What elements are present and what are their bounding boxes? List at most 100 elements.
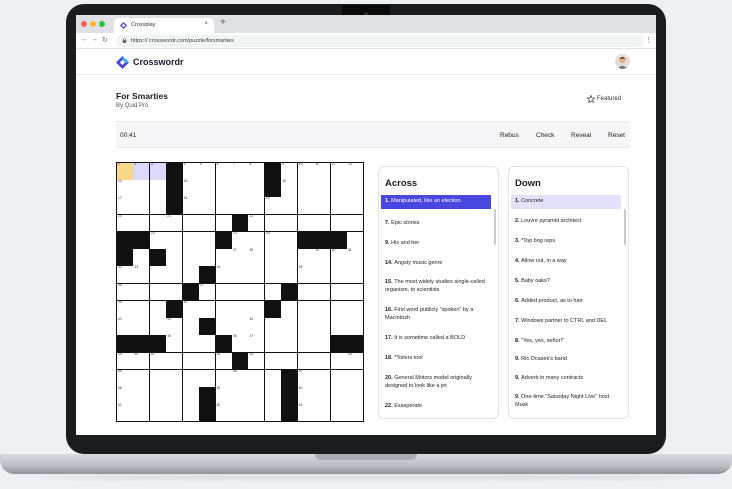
grid-cell[interactable]	[347, 387, 363, 404]
grid-cell[interactable]	[264, 249, 281, 266]
grid-cell[interactable]	[149, 283, 166, 301]
grid-cell[interactable]	[215, 369, 232, 387]
grid-cell[interactable]: 28	[248, 248, 265, 266]
grid-cell[interactable]	[314, 300, 331, 318]
grid-cell[interactable]: 30	[330, 248, 347, 266]
grid-cell[interactable]	[133, 249, 150, 266]
grid-cell[interactable]	[182, 214, 199, 232]
grid-cell[interactable]	[314, 352, 331, 370]
grid-cell[interactable]	[347, 369, 363, 387]
grid-cell[interactable]	[232, 387, 248, 404]
grid-cell[interactable]	[297, 197, 314, 215]
grid-cell[interactable]	[248, 404, 265, 421]
grid-cell[interactable]	[330, 300, 347, 318]
grid-cell[interactable]	[314, 404, 331, 421]
grid-cell[interactable]	[314, 214, 331, 232]
grid-cell[interactable]	[264, 335, 281, 353]
clue-item[interactable]: 14. Angsty music genre	[381, 257, 491, 271]
grid-cell[interactable]	[182, 387, 199, 404]
avatar[interactable]	[615, 54, 630, 69]
grid-cell[interactable]	[314, 335, 331, 353]
grid-cell[interactable]	[330, 214, 347, 232]
grid-cell[interactable]	[330, 283, 347, 301]
clue-item[interactable]: 16. First word publicly "spoken" by a Ma…	[381, 304, 491, 326]
grid-cell[interactable]	[248, 300, 265, 318]
grid-cell[interactable]	[215, 214, 232, 232]
grid-cell[interactable]	[281, 214, 298, 232]
grid-cell[interactable]	[133, 369, 150, 387]
grid-cell[interactable]	[347, 266, 363, 284]
grid-cell[interactable]: 32	[117, 266, 133, 284]
grid-cell[interactable]	[330, 352, 347, 370]
grid-cell[interactable]: 45	[166, 335, 183, 353]
clue-item[interactable]: 4. Allow out, in a way	[511, 255, 621, 269]
grid-cell[interactable]: 5	[199, 162, 216, 180]
grid-cell[interactable]	[347, 300, 363, 318]
grid-cell[interactable]: 34	[215, 266, 232, 284]
back-icon[interactable]: ←	[81, 36, 88, 43]
grid-cell[interactable]	[149, 318, 166, 335]
grid-cell[interactable]	[133, 283, 150, 301]
grid-cell[interactable]: 21	[166, 214, 183, 232]
grid-cell[interactable]	[264, 283, 281, 301]
grid-cell[interactable]	[248, 197, 265, 215]
grid-cell[interactable]	[215, 180, 232, 197]
grid-cell[interactable]	[166, 266, 183, 284]
grid-cell[interactable]	[182, 369, 199, 387]
grid-cell[interactable]: 25	[264, 231, 281, 249]
grid-cell[interactable]: 44	[248, 317, 265, 335]
close-tab-icon[interactable]: ×	[204, 21, 208, 27]
grid-cell[interactable]	[199, 214, 216, 232]
grid-cell[interactable]: 43	[166, 317, 183, 335]
grid-cell[interactable]	[248, 387, 265, 404]
grid-cell[interactable]: 35	[297, 266, 314, 284]
grid-cell[interactable]: 7	[232, 162, 248, 180]
clue-item[interactable]: 2. Louvre pyramid architect	[511, 215, 621, 229]
grid-cell[interactable]	[264, 266, 281, 284]
grid-cell[interactable]	[330, 266, 347, 284]
grid-cell[interactable]	[182, 231, 199, 249]
grid-cell[interactable]	[281, 300, 298, 318]
down-scrollbar[interactable]	[624, 209, 626, 245]
grid-cell[interactable]	[232, 180, 248, 197]
check-button[interactable]: Check	[536, 132, 554, 139]
grid-cell[interactable]: 63	[297, 403, 314, 421]
grid-cell[interactable]	[149, 387, 166, 404]
grid-cell[interactable]	[314, 197, 331, 215]
grid-cell[interactable]	[347, 214, 363, 232]
grid-cell[interactable]	[264, 214, 281, 232]
grid-cell[interactable]	[133, 404, 150, 421]
grid-cell[interactable]: 3	[149, 162, 166, 180]
clue-item[interactable]: 20. General Motors model originally desi…	[381, 372, 491, 394]
clue-item[interactable]: 9. One-time "Saturday Night Live" host M…	[511, 391, 621, 413]
grid-cell[interactable]: 11	[314, 162, 331, 180]
grid-cell[interactable]	[347, 318, 363, 335]
grid-cell[interactable]	[297, 283, 314, 301]
grid-cell[interactable]	[347, 404, 363, 421]
brand-name[interactable]: Crosswordr	[133, 57, 184, 67]
grid-cell[interactable]	[330, 369, 347, 387]
grid-cell[interactable]: 58	[117, 386, 133, 404]
grid-cell[interactable]	[166, 404, 183, 421]
grid-cell[interactable]	[133, 214, 150, 232]
reload-icon[interactable]: ↻	[102, 36, 108, 44]
new-tab-icon[interactable]: +	[220, 17, 226, 28]
clue-item[interactable]: 8. "Yes, yes, señor!"	[511, 335, 621, 349]
rebus-button[interactable]: Rebus	[500, 132, 519, 139]
grid-cell[interactable]	[347, 231, 363, 249]
grid-cell[interactable]	[347, 197, 363, 215]
grid-cell[interactable]: 37	[199, 283, 216, 301]
grid-cell[interactable]: 16	[281, 179, 298, 197]
grid-cell[interactable]	[149, 404, 166, 421]
grid-cell[interactable]	[133, 300, 150, 318]
grid-cell[interactable]	[330, 180, 347, 197]
grid-cell[interactable]	[215, 197, 232, 215]
grid-cell[interactable]	[314, 369, 331, 387]
grid-cell[interactable]	[182, 352, 199, 370]
grid-cell[interactable]: 49	[117, 352, 133, 370]
grid-cell[interactable]: 2	[133, 162, 150, 180]
grid-cell[interactable]	[248, 283, 265, 301]
grid-cell[interactable]	[330, 404, 347, 421]
grid-cell[interactable]	[149, 197, 166, 215]
browser-menu-icon[interactable]: ⋮	[645, 36, 652, 44]
